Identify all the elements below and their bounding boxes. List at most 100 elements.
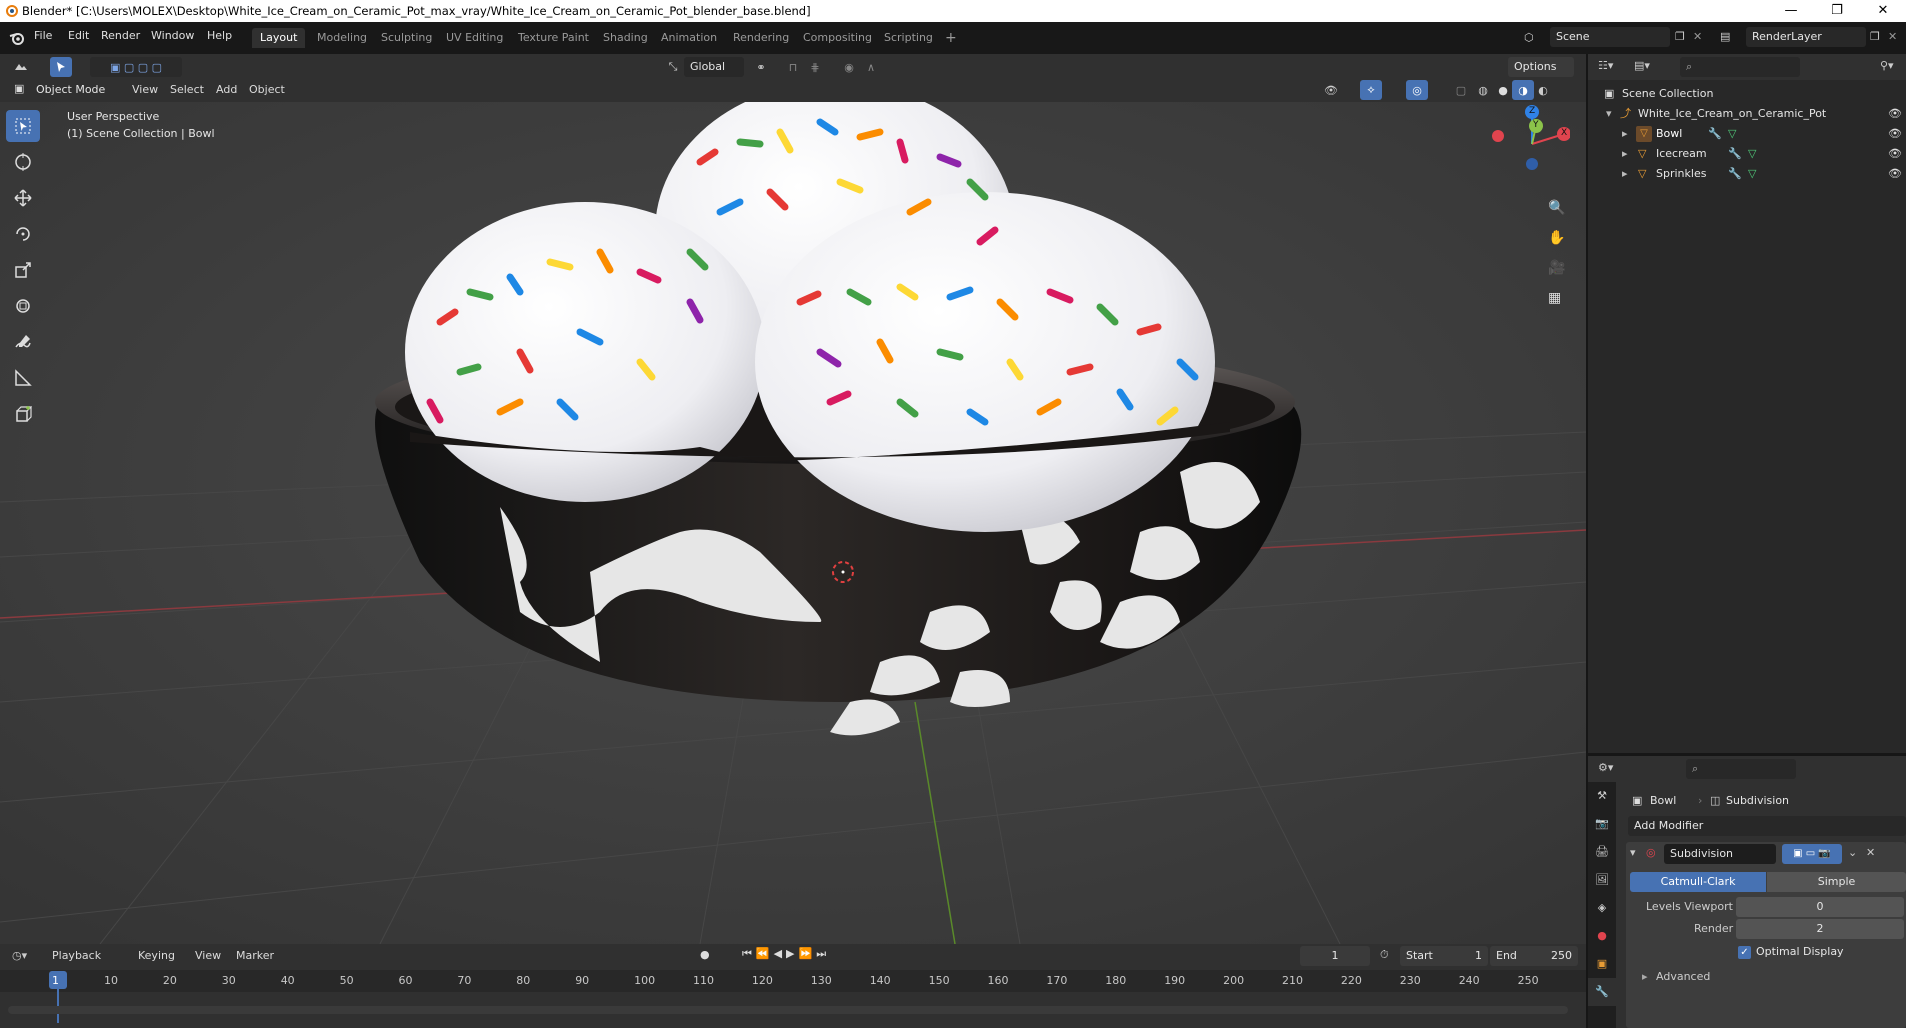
- menu-render[interactable]: Render: [101, 29, 140, 42]
- modifier-tab-icon[interactable]: 🔧: [1588, 978, 1616, 1006]
- annotate-tool-icon[interactable]: [6, 326, 40, 358]
- new-scene-icon[interactable]: ❐: [1675, 30, 1685, 43]
- tab-sculpting[interactable]: Sculpting: [373, 28, 440, 48]
- outliner-row-scene-collection[interactable]: ▣ Scene Collection: [1588, 84, 1906, 104]
- pan-hand-icon[interactable]: ✋: [1548, 230, 1565, 246]
- properties-search-input[interactable]: ⌕: [1686, 759, 1796, 779]
- scale-tool-icon[interactable]: [6, 254, 40, 286]
- remove-modifier-icon[interactable]: ✕: [1866, 846, 1875, 859]
- tab-uv-editing[interactable]: UV Editing: [438, 28, 511, 48]
- menu-edit[interactable]: Edit: [68, 29, 89, 42]
- menu-add[interactable]: Add: [210, 80, 243, 100]
- view-layer-tab-icon[interactable]: 🖼: [1588, 866, 1616, 894]
- outliner-row-bowl[interactable]: ▸ ▽ Bowl 🔧 ▽ 👁: [1588, 124, 1906, 144]
- tab-scripting[interactable]: Scripting: [876, 28, 941, 48]
- tab-rendering[interactable]: Rendering: [725, 28, 797, 48]
- simple-button[interactable]: Simple: [1767, 872, 1906, 892]
- menu-window[interactable]: Window: [151, 29, 194, 42]
- current-frame-field[interactable]: 1: [1300, 946, 1370, 966]
- new-view-layer-icon[interactable]: ❐: [1870, 30, 1880, 43]
- visibility-eye-icon[interactable]: 👁: [1888, 104, 1902, 124]
- add-modifier-dropdown[interactable]: Add Modifier: [1628, 816, 1906, 836]
- expand-arrow-icon[interactable]: ▸: [1622, 144, 1628, 164]
- render-tab-icon[interactable]: 📷: [1588, 810, 1616, 838]
- output-tab-icon[interactable]: 🖨: [1588, 838, 1616, 866]
- select-tool-icon[interactable]: [6, 110, 40, 142]
- transform-orientation-dropdown[interactable]: Global: [684, 57, 744, 77]
- preview-range-icon[interactable]: ⏱: [1380, 948, 1389, 962]
- optimal-display-checkbox[interactable]: ✓: [1738, 946, 1751, 959]
- tab-animation[interactable]: Animation: [653, 28, 725, 48]
- menu-view[interactable]: View: [126, 80, 164, 100]
- 3d-viewport[interactable]: User Perspective (1) Scene Collection | …: [0, 102, 1586, 944]
- filter-icon[interactable]: ⚲▾: [1880, 59, 1894, 72]
- tab-shading[interactable]: Shading: [595, 28, 656, 48]
- camera-view-icon[interactable]: 🎥: [1548, 260, 1565, 276]
- tool-tab-icon[interactable]: ⚒: [1588, 782, 1616, 810]
- overlay-toggle-icon[interactable]: ◎: [1406, 80, 1428, 100]
- editor-type-icon[interactable]: [10, 57, 32, 77]
- tab-texture-paint[interactable]: Texture Paint: [510, 28, 597, 48]
- outliner-row-icecream[interactable]: ▸ ▽ Icecream 🔧 ▽ 👁: [1588, 144, 1906, 164]
- navigation-gizmo[interactable]: [1480, 102, 1570, 172]
- levels-viewport-field[interactable]: 0: [1736, 897, 1904, 917]
- tab-layout[interactable]: Layout: [252, 28, 306, 48]
- snap-target-icon[interactable]: ⋕: [804, 57, 826, 77]
- menu-timeline-view[interactable]: View: [189, 946, 227, 966]
- solid-shading-icon[interactable]: ●: [1492, 80, 1514, 100]
- scene-field[interactable]: Scene: [1550, 27, 1670, 47]
- tab-compositing[interactable]: Compositing: [795, 28, 880, 48]
- outliner-editor-type-icon[interactable]: ☷▾: [1598, 59, 1613, 72]
- add-workspace-button[interactable]: +: [937, 28, 965, 48]
- wireframe-shading-icon[interactable]: ◍: [1472, 80, 1494, 100]
- modifier-name-field[interactable]: Subdivision: [1664, 844, 1776, 864]
- menu-help[interactable]: Help: [207, 29, 232, 42]
- measure-tool-icon[interactable]: [6, 362, 40, 394]
- expand-arrow-icon[interactable]: ▸: [1622, 124, 1628, 144]
- display-mode-icon[interactable]: ▤▾: [1634, 59, 1650, 72]
- blender-menu-icon[interactable]: [9, 30, 25, 46]
- gizmo-toggle-icon[interactable]: ⟡: [1360, 80, 1382, 100]
- expand-arrow-icon[interactable]: ▾: [1606, 104, 1612, 124]
- start-frame-field[interactable]: Start 1: [1400, 946, 1488, 966]
- ortho-grid-icon[interactable]: ▦: [1548, 290, 1561, 306]
- view-layer-field[interactable]: RenderLayer: [1746, 27, 1866, 47]
- record-button[interactable]: ●: [700, 948, 710, 961]
- menu-marker[interactable]: Marker: [230, 946, 280, 966]
- rotate-tool-icon[interactable]: [6, 218, 40, 250]
- minimize-button[interactable]: —: [1768, 0, 1814, 22]
- advanced-expand-arrow-icon[interactable]: ▸: [1642, 970, 1648, 983]
- menu-select[interactable]: Select: [164, 80, 210, 100]
- object-tab-icon[interactable]: ▣: [1588, 950, 1616, 978]
- snap-icon[interactable]: ⊓: [782, 57, 804, 77]
- menu-playback[interactable]: Playback: [46, 946, 107, 966]
- outliner-row-sprinkles[interactable]: ▸ ▽ Sprinkles 🔧 ▽ 👁: [1588, 164, 1906, 184]
- transform-tool-icon[interactable]: [6, 290, 40, 322]
- delete-view-layer-icon[interactable]: ✕: [1888, 30, 1897, 43]
- move-tool-icon[interactable]: [6, 182, 40, 214]
- tab-modeling[interactable]: Modeling: [309, 28, 375, 48]
- outliner-search-input[interactable]: ⌕: [1680, 57, 1800, 77]
- modifier-menu-icon[interactable]: ⌄: [1848, 846, 1857, 859]
- proportional-edit-icon[interactable]: ◉: [838, 57, 860, 77]
- timeline-editor-type-icon[interactable]: ◷▾: [12, 949, 27, 962]
- visibility-eye-icon[interactable]: 👁: [1888, 164, 1902, 184]
- falloff-icon[interactable]: ∧: [860, 57, 882, 77]
- menu-keying[interactable]: Keying: [132, 946, 181, 966]
- visibility-icon[interactable]: 👁: [1320, 80, 1342, 100]
- outliner-row-collection[interactable]: ▾ ⤴ White_Ice_Cream_on_Ceramic_Pot 👁: [1588, 104, 1906, 124]
- render-levels-field[interactable]: 2: [1736, 919, 1904, 939]
- visibility-eye-icon[interactable]: 👁: [1888, 144, 1902, 164]
- timeline-scrollbar[interactable]: [8, 1006, 1568, 1014]
- add-cube-tool-icon[interactable]: [6, 398, 40, 430]
- expand-arrow-icon[interactable]: ▸: [1622, 164, 1628, 184]
- advanced-section-label[interactable]: Advanced: [1656, 970, 1710, 983]
- cursor-tool-icon[interactable]: [6, 146, 40, 178]
- catmull-clark-button[interactable]: Catmull-Clark: [1630, 872, 1766, 892]
- zoom-icon[interactable]: 🔍: [1548, 200, 1565, 216]
- pivot-point-icon[interactable]: ⚭: [750, 57, 772, 77]
- options-dropdown[interactable]: Options: [1508, 57, 1574, 77]
- visibility-eye-icon[interactable]: 👁: [1888, 124, 1902, 144]
- menu-object[interactable]: Object: [243, 80, 291, 100]
- xray-icon[interactable]: ▢: [1450, 80, 1472, 100]
